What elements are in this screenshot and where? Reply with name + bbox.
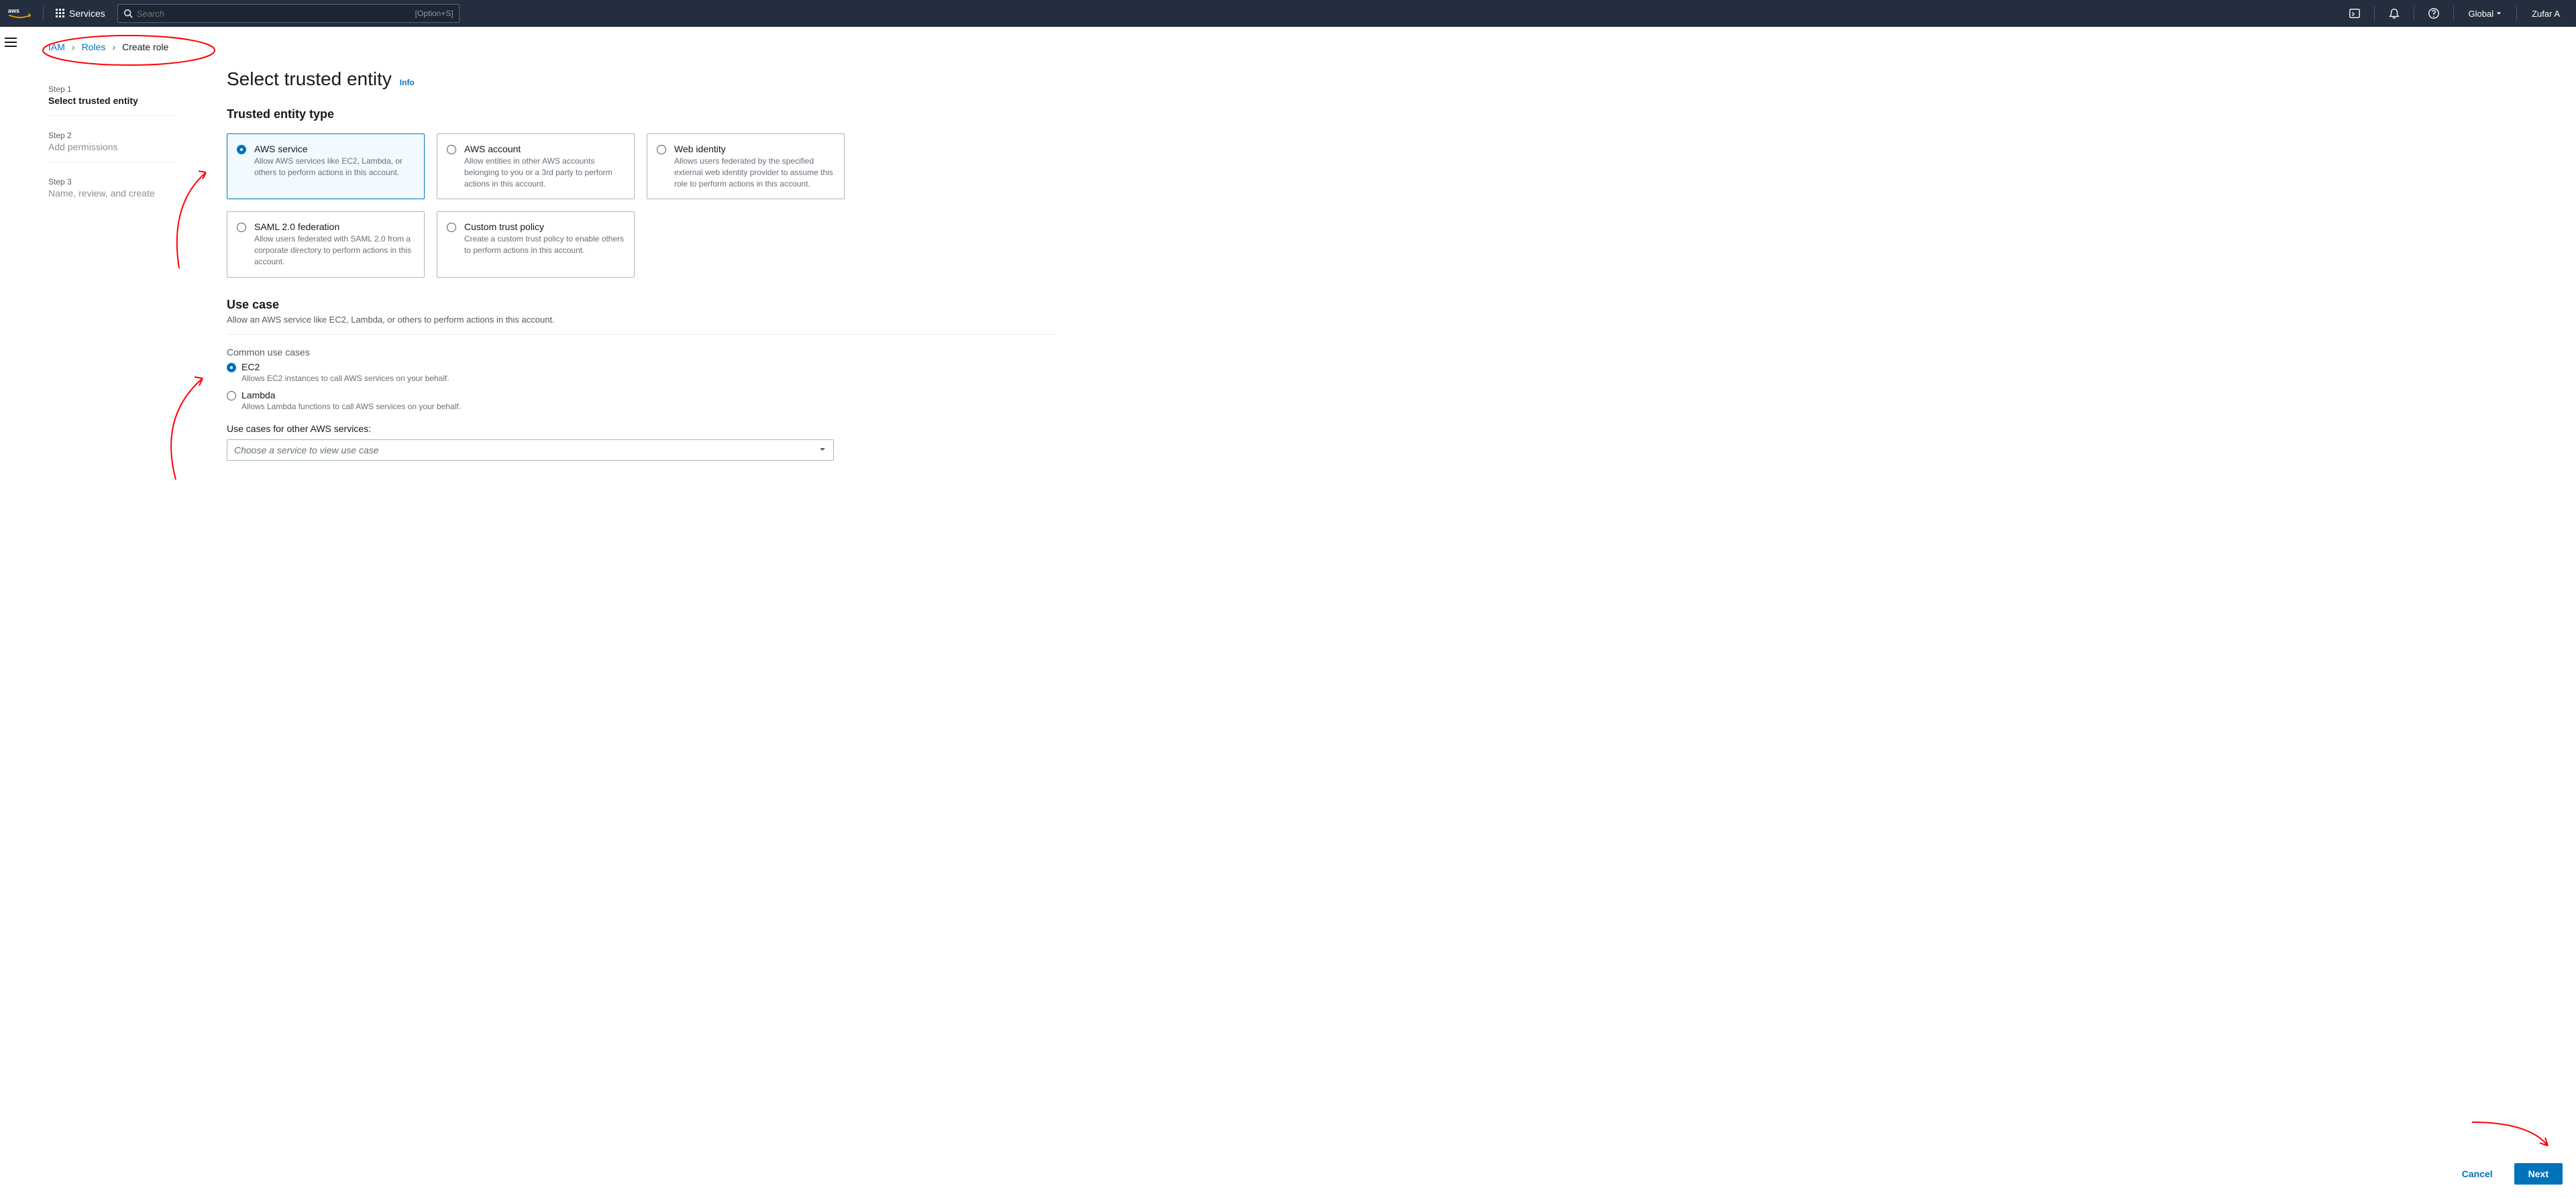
search-box[interactable]: [Option+S] — [117, 4, 460, 23]
step-number: Step 1 — [48, 85, 176, 94]
wizard-step-2: Step 2 Add permissions — [48, 125, 176, 162]
annotation-arrow — [2469, 1119, 2556, 1159]
use-case-ec2[interactable]: EC2 Allows EC2 instances to call AWS ser… — [227, 362, 1055, 383]
divider — [227, 334, 1055, 335]
bell-icon — [2388, 7, 2400, 19]
services-label: Services — [69, 8, 105, 19]
info-link[interactable]: Info — [400, 78, 415, 87]
caret-down-icon — [818, 445, 826, 455]
radio-icon — [227, 363, 236, 372]
cloudshell-icon — [2349, 7, 2361, 19]
side-nav-toggle[interactable] — [5, 38, 17, 1198]
next-button[interactable]: Next — [2514, 1163, 2563, 1185]
entity-title: Custom trust policy — [464, 221, 625, 232]
aws-logo[interactable]: aws — [8, 6, 32, 21]
common-use-cases-label: Common use cases — [227, 347, 1055, 358]
hamburger-icon — [5, 38, 17, 47]
entity-title: Web identity — [674, 144, 835, 154]
use-case-heading: Use case — [227, 298, 1055, 312]
chevron-right-icon: › — [72, 42, 75, 52]
wizard-step-1[interactable]: Step 1 Select trusted entity — [48, 79, 176, 116]
radio-icon — [447, 223, 456, 232]
entity-title: SAML 2.0 federation — [254, 221, 415, 232]
page-title: Select trusted entity — [227, 68, 392, 90]
chevron-right-icon: › — [112, 42, 115, 52]
caret-down-icon — [2496, 11, 2502, 16]
breadcrumb-roles[interactable]: Roles — [82, 42, 106, 52]
breadcrumb-iam[interactable]: IAM — [48, 42, 65, 52]
use-case-subtext: Allow an AWS service like EC2, Lambda, o… — [227, 315, 1055, 325]
cloudshell-button[interactable] — [2342, 0, 2367, 27]
use-case-title: Lambda — [241, 390, 276, 400]
entity-title: AWS account — [464, 144, 625, 154]
help-icon — [2428, 7, 2440, 19]
entity-custom-trust-policy[interactable]: Custom trust policy Create a custom trus… — [437, 211, 635, 277]
entity-web-identity[interactable]: Web identity Allows users federated by t… — [647, 133, 845, 199]
select-placeholder: Choose a service to view use case — [234, 445, 379, 455]
step-title: Select trusted entity — [48, 95, 176, 106]
search-input[interactable] — [137, 9, 415, 19]
account-menu[interactable]: Zufar A — [2524, 9, 2568, 19]
step-number: Step 2 — [48, 131, 176, 140]
entity-aws-account[interactable]: AWS account Allow entities in other AWS … — [437, 133, 635, 199]
entity-aws-service[interactable]: AWS service Allow AWS services like EC2,… — [227, 133, 425, 199]
region-label: Global — [2469, 9, 2494, 19]
entity-type-heading: Trusted entity type — [227, 107, 1055, 121]
search-shortcut: [Option+S] — [415, 9, 453, 18]
notifications-button[interactable] — [2381, 0, 2407, 27]
radio-icon — [227, 391, 236, 400]
search-icon — [123, 9, 133, 18]
wizard-footer: Cancel Next — [2449, 1163, 2563, 1185]
use-case-lambda[interactable]: Lambda Allows Lambda functions to call A… — [227, 390, 1055, 411]
cancel-button[interactable]: Cancel — [2449, 1163, 2506, 1185]
step-title: Add permissions — [48, 142, 176, 152]
nav-divider — [43, 6, 44, 21]
nav-divider — [2374, 6, 2375, 21]
service-select[interactable]: Choose a service to view use case — [227, 439, 834, 461]
step-number: Step 3 — [48, 177, 176, 186]
step-title: Name, review, and create — [48, 188, 176, 199]
nav-divider — [2453, 6, 2454, 21]
radio-icon — [447, 145, 456, 154]
wizard-steps: Step 1 Select trusted entity Step 2 Add … — [48, 60, 203, 461]
entity-desc: Allow users federated with SAML 2.0 from… — [254, 233, 415, 267]
entity-title: AWS service — [254, 144, 415, 154]
radio-icon — [237, 223, 246, 232]
help-button[interactable] — [2421, 0, 2447, 27]
entity-saml-federation[interactable]: SAML 2.0 federation Allow users federate… — [227, 211, 425, 277]
top-nav: aws Services [Option+S] — [0, 0, 2576, 27]
svg-text:aws: aws — [8, 7, 19, 14]
region-selector[interactable]: Global — [2461, 9, 2510, 19]
trusted-entity-grid: AWS service Allow AWS services like EC2,… — [227, 133, 1055, 278]
use-case-desc: Allows Lambda functions to call AWS serv… — [241, 402, 461, 411]
radio-icon — [657, 145, 666, 154]
other-services-label: Use cases for other AWS services: — [227, 423, 1055, 434]
entity-desc: Allow entities in other AWS accounts bel… — [464, 156, 625, 189]
nav-divider — [2516, 6, 2517, 21]
use-case-title: EC2 — [241, 362, 260, 372]
user-label: Zufar A — [2532, 9, 2560, 19]
radio-icon — [237, 145, 246, 154]
grid-icon — [56, 9, 65, 18]
use-case-desc: Allows EC2 instances to call AWS service… — [241, 374, 449, 383]
entity-desc: Create a custom trust policy to enable o… — [464, 233, 625, 256]
entity-desc: Allows users federated by the specified … — [674, 156, 835, 189]
entity-desc: Allow AWS services like EC2, Lambda, or … — [254, 156, 415, 178]
wizard-step-3: Step 3 Name, review, and create — [48, 172, 176, 208]
breadcrumb: IAM › Roles › Create role — [21, 27, 2576, 55]
breadcrumb-current: Create role — [122, 42, 168, 52]
services-menu-button[interactable]: Services — [50, 8, 111, 19]
